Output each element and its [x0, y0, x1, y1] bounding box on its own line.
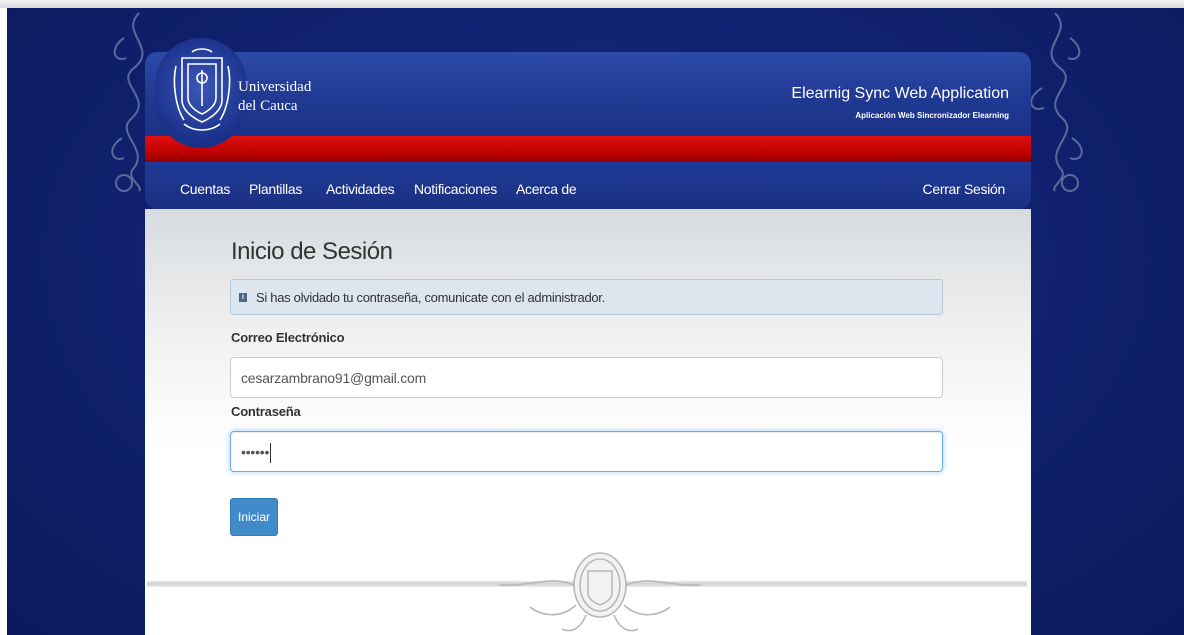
browser-top-strip: [0, 0, 1184, 8]
university-name-line1: Universidad: [238, 79, 312, 95]
app-subtitle: Aplicación Web Sincronizador Elearning: [855, 111, 1009, 120]
login-button[interactable]: Iniciar: [230, 498, 278, 536]
university-name[interactable]: Universidad del Cauca: [238, 78, 311, 116]
header-red-band: [145, 136, 1031, 162]
nav-item-actividades[interactable]: Actividades: [326, 181, 395, 197]
password-field[interactable]: [230, 431, 943, 472]
nav-item-cuentas[interactable]: Cuentas: [180, 181, 230, 197]
nav-item-acerca-de[interactable]: Acerca de: [516, 181, 577, 197]
footer-crest-ornament-icon: [499, 552, 701, 632]
email-label: Correo Electrónico: [231, 330, 345, 345]
nav-item-plantillas[interactable]: Plantillas: [249, 181, 302, 197]
page-title: Inicio de Sesión: [231, 238, 393, 265]
logout-link[interactable]: Cerrar Sesión: [923, 181, 1006, 197]
password-label: Contraseña: [231, 404, 301, 419]
university-name-line2: del Cauca: [238, 98, 298, 114]
info-icon: i: [239, 293, 247, 302]
nav-item-notificaciones[interactable]: Notificaciones: [414, 181, 497, 197]
university-crest-icon[interactable]: [172, 48, 232, 134]
info-alert-text: Si has olvidado tu contraseña, comunicat…: [256, 290, 605, 305]
text-cursor: [270, 443, 271, 463]
app-title: Elearnig Sync Web Application: [791, 85, 1009, 102]
email-field[interactable]: [230, 357, 943, 398]
